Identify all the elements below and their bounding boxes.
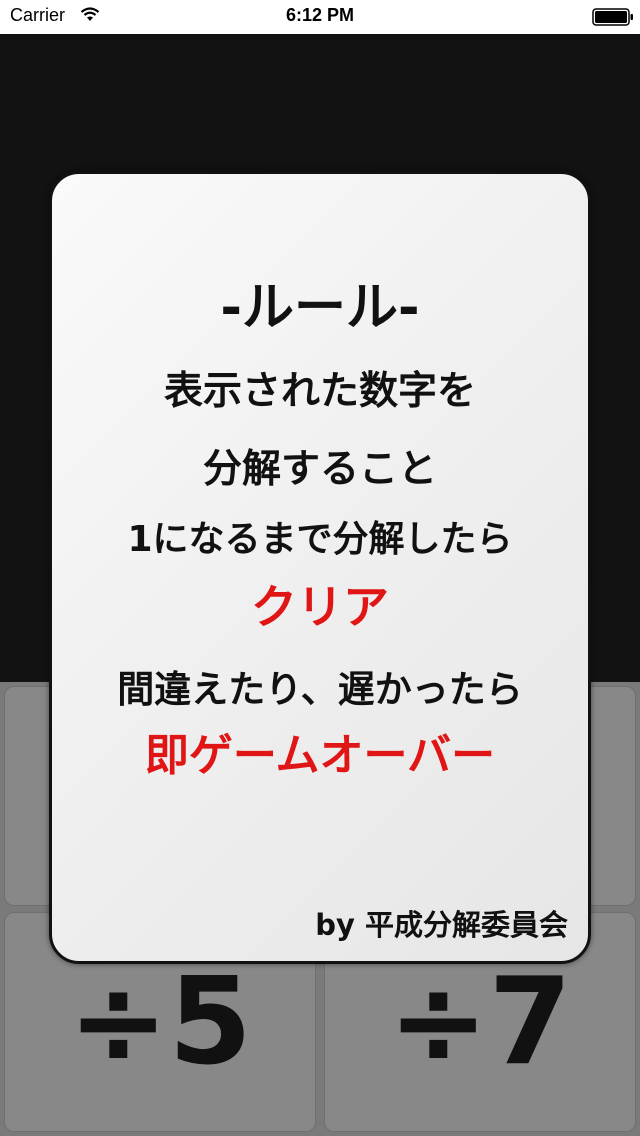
rules-line-4: 間違えたり、遅かったら bbox=[117, 668, 523, 711]
rules-line-1: 表示された数字を bbox=[163, 369, 476, 414]
status-bar: Carrier 6:12 PM bbox=[0, 0, 640, 34]
rules-line-3: 1になるまで分解したら bbox=[127, 519, 513, 560]
status-time: 6:12 PM bbox=[285, 5, 355, 25]
rules-clear-text: クリア bbox=[251, 580, 389, 634]
divide-7-label: ÷7 bbox=[387, 953, 573, 1092]
rules-line-2: 分解すること bbox=[202, 447, 437, 492]
rules-card[interactable]: -ルール- 表示された数字を 分解すること 1になるまで分解したら クリア 間違… bbox=[49, 171, 591, 964]
rules-credit: by 平成分解委員会 bbox=[315, 908, 568, 942]
divide-5-label: ÷5 bbox=[67, 953, 253, 1092]
rules-gameover-text: 即ゲームオーバー bbox=[144, 730, 496, 781]
rules-title: -ルール- bbox=[220, 278, 420, 338]
battery-icon bbox=[592, 8, 633, 26]
